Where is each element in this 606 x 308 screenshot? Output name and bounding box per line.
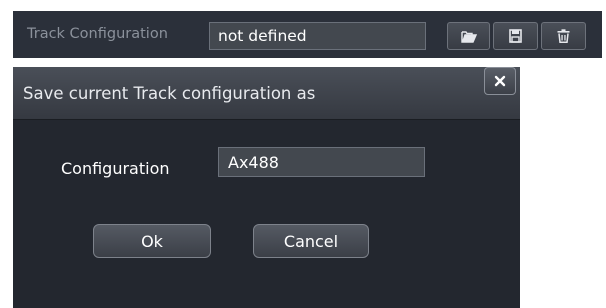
configuration-field-label: Configuration bbox=[61, 159, 170, 178]
close-dialog-button[interactable] bbox=[484, 67, 516, 95]
folder-open-icon bbox=[460, 30, 477, 43]
cancel-button[interactable]: Cancel bbox=[253, 224, 369, 258]
track-configuration-label: Track Configuration bbox=[27, 26, 168, 42]
dialog-title: Save current Track configuration as bbox=[23, 84, 316, 103]
dialog-titlebar[interactable]: Save current Track configuration as bbox=[13, 67, 520, 120]
trash-icon bbox=[557, 29, 570, 43]
save-icon bbox=[509, 29, 522, 43]
configuration-name-input[interactable] bbox=[218, 147, 425, 177]
delete-configuration-button[interactable] bbox=[541, 22, 586, 50]
open-configuration-button[interactable] bbox=[447, 22, 490, 50]
close-icon bbox=[494, 72, 506, 91]
track-configuration-toolbar: Track Configuration not defined bbox=[13, 11, 602, 58]
save-configuration-button[interactable] bbox=[493, 22, 538, 50]
track-configuration-field[interactable]: not defined bbox=[209, 22, 426, 50]
ok-button[interactable]: Ok bbox=[93, 224, 211, 258]
save-configuration-dialog: Save current Track configuration as Conf… bbox=[13, 67, 520, 308]
